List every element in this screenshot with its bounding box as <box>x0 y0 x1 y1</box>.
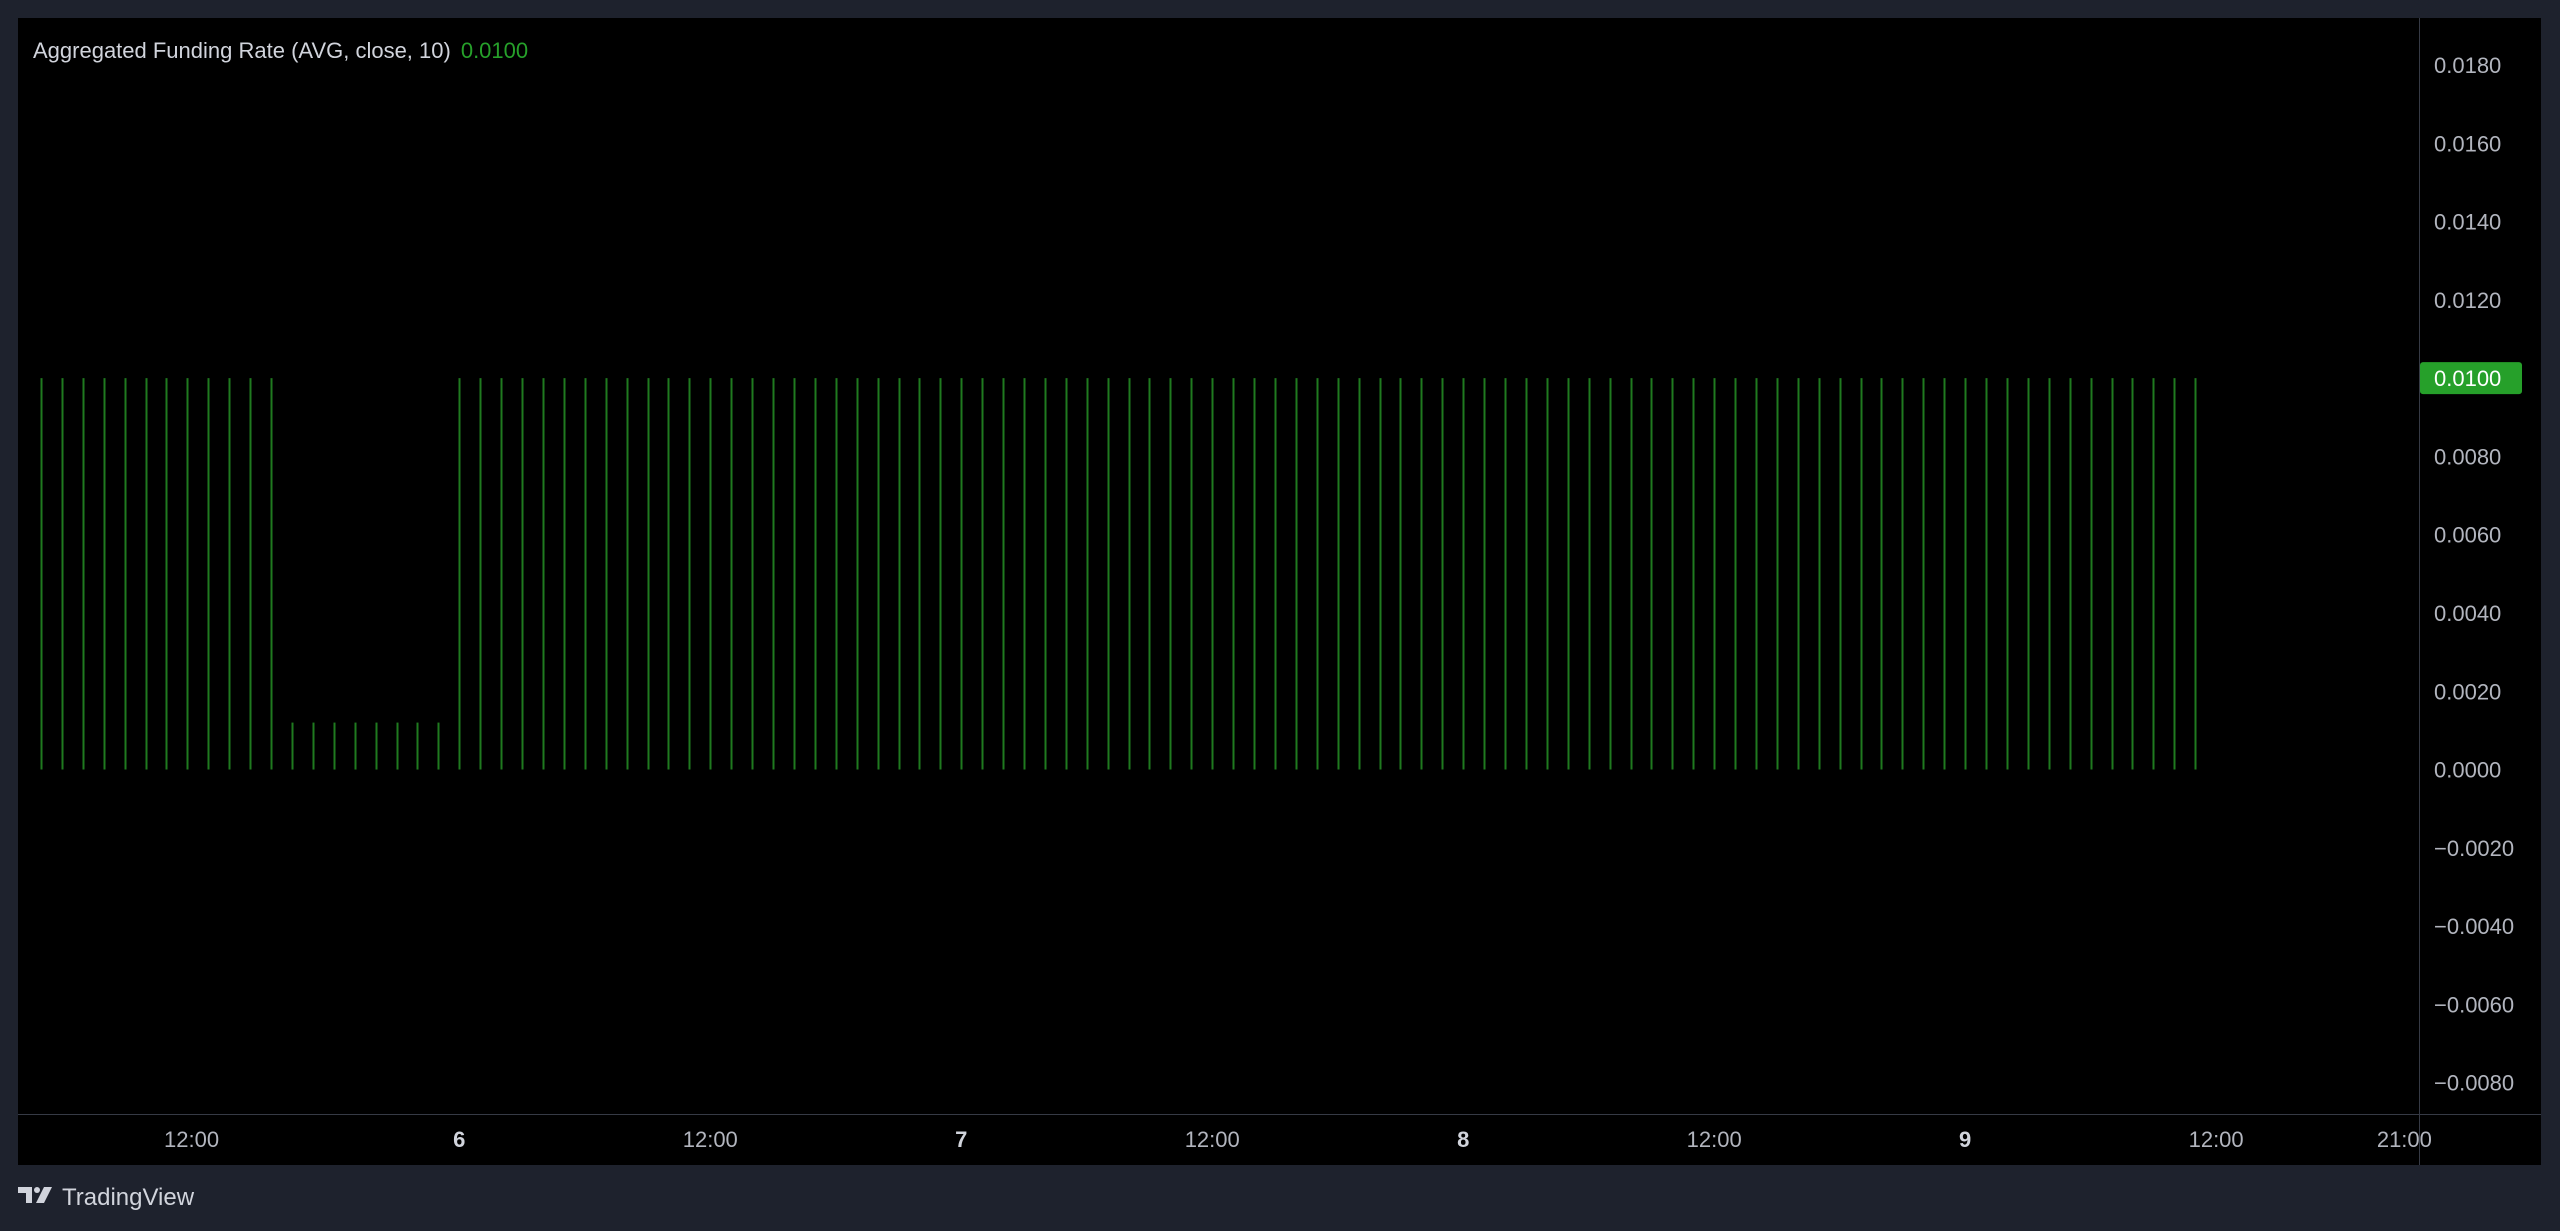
y-tick-label: −0.0020 <box>2434 836 2514 861</box>
chart-pane[interactable]: 0.0180 0.0160 0.0140 0.0120 0.0100 0.0080 0.00… <box>18 18 2541 1165</box>
x-tick-label: 9 <box>1959 1127 1971 1152</box>
y-tick-label: −0.0060 <box>2434 992 2514 1017</box>
y-tick-label: 0.0160 <box>2434 131 2501 156</box>
x-tick-label: 12:00 <box>1687 1127 1742 1152</box>
x-tick-label: 21:00 <box>2377 1127 2432 1152</box>
y-tick-label: 0.0080 <box>2434 444 2501 469</box>
last-value-label: 0.0100 <box>2434 366 2501 391</box>
y-tick-label: 0.0060 <box>2434 523 2501 548</box>
y-tick-label: −0.0080 <box>2434 1071 2514 1096</box>
indicator-title: Aggregated Funding Rate (AVG, close, 10) <box>33 38 451 63</box>
brand-label[interactable]: TradingView <box>62 1184 194 1212</box>
tradingview-logo-icon[interactable] <box>18 1184 54 1212</box>
indicator-value: 0.0100 <box>460 38 529 63</box>
x-tick-label: 12:00 <box>2189 1127 2244 1152</box>
x-tick-label: 12:00 <box>1185 1127 1240 1152</box>
y-tick-label: −0.0040 <box>2434 914 2514 939</box>
y-tick-label: 0.0000 <box>2434 758 2501 783</box>
y-tick-label: 0.0140 <box>2434 210 2501 235</box>
y-tick-label: 0.0120 <box>2434 288 2501 313</box>
footer: TradingView <box>18 1165 2541 1231</box>
indicator-legend[interactable]: Aggregated Funding Rate (AVG, close, 10)… <box>33 38 528 64</box>
x-tick-label: 6 <box>453 1127 465 1152</box>
chart-svg[interactable]: 0.0180 0.0160 0.0140 0.0120 0.0100 0.0080 0.00… <box>18 18 2541 1165</box>
x-tick-label: 7 <box>955 1127 967 1152</box>
y-tick-label: 0.0040 <box>2434 601 2501 626</box>
x-tick-label: 12:00 <box>683 1127 738 1152</box>
y-tick-label: 0.0020 <box>2434 679 2501 704</box>
x-tick-label: 8 <box>1457 1127 1469 1152</box>
x-tick-label: 12:00 <box>164 1127 219 1152</box>
y-tick-label: 0.0180 <box>2434 53 2501 78</box>
